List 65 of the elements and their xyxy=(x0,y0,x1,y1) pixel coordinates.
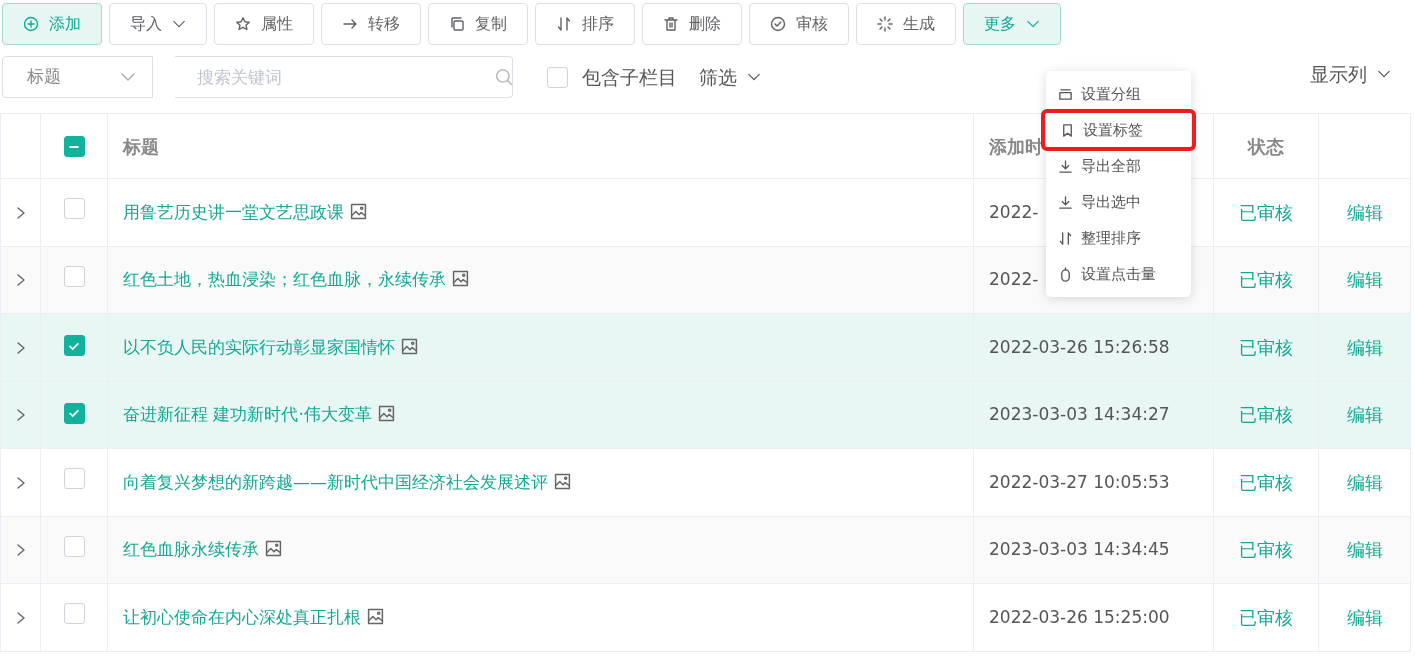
date-text: 2022-03-26 15:25:00 xyxy=(989,606,1170,627)
checkbox[interactable] xyxy=(63,535,85,557)
menu-item[interactable]: 导出选中 xyxy=(1046,184,1191,220)
column-header: 标题 xyxy=(123,135,159,157)
date-text: 2022-03-26 15:26:58 xyxy=(989,336,1170,357)
checkbox[interactable] xyxy=(63,402,85,424)
checkbox[interactable] xyxy=(63,603,85,624)
toolbar-button[interactable]: 审核 xyxy=(749,3,849,45)
download-icon xyxy=(1058,158,1073,174)
toolbar-button[interactable]: 转移 xyxy=(321,3,421,45)
menu-item[interactable]: 设置标签 xyxy=(1044,112,1193,148)
checkbox[interactable] xyxy=(63,335,85,356)
column-header: 状态 xyxy=(1247,135,1284,157)
date-text: 2022- xyxy=(989,269,1039,289)
date-text: 2023-03-03 14:34:27 xyxy=(989,404,1170,424)
copy-icon xyxy=(449,16,465,32)
status-text: 已审核 xyxy=(1239,201,1293,223)
toolbar-button[interactable]: 删除 xyxy=(642,3,742,45)
plus-circle-icon xyxy=(23,16,39,32)
image-icon xyxy=(554,472,571,490)
sort-icon xyxy=(556,16,572,32)
field-select[interactable]: 标题 xyxy=(2,56,153,98)
toolbar-button[interactable]: 导入 xyxy=(109,3,207,45)
status-text: 已审核 xyxy=(1239,539,1293,560)
image-icon xyxy=(367,607,384,625)
checkbox[interactable] xyxy=(63,468,85,489)
check-circle-icon xyxy=(770,16,786,32)
image-icon xyxy=(452,270,469,287)
toolbar-button[interactable]: 排序 xyxy=(535,3,635,45)
date-text: 2022- xyxy=(989,201,1039,222)
image-icon xyxy=(265,540,282,557)
image-icon xyxy=(350,202,367,220)
toolbar-button[interactable]: 生成 xyxy=(856,3,956,45)
checkbox[interactable] xyxy=(63,198,85,219)
sort-icon xyxy=(1058,230,1073,246)
search-icon[interactable] xyxy=(495,68,513,86)
image-icon xyxy=(377,405,395,422)
checkbox[interactable] xyxy=(63,136,85,157)
star-icon xyxy=(235,16,251,32)
toolbar-button[interactable]: 复制 xyxy=(428,3,528,45)
status-text: 已审核 xyxy=(1239,336,1293,358)
select-value: 标题 xyxy=(27,65,61,89)
trash-icon xyxy=(663,16,679,32)
spinner-icon xyxy=(877,16,893,32)
download-icon xyxy=(1058,194,1073,210)
status-text: 已审核 xyxy=(1239,269,1293,290)
mouse-icon xyxy=(1058,266,1073,282)
status-text: 已审核 xyxy=(1239,606,1293,628)
status-text: 已审核 xyxy=(1239,404,1293,425)
date-text: 2023-03-03 14:34:45 xyxy=(989,539,1170,559)
menu-item[interactable]: 设置分组 xyxy=(1046,76,1191,112)
toolbar-button[interactable]: 属性 xyxy=(214,3,314,45)
bookmark-icon xyxy=(1060,122,1075,138)
checkbox-label: 包含子栏目 xyxy=(582,64,677,90)
filter-dropdown[interactable]: 筛选 xyxy=(699,62,761,92)
checkbox[interactable] xyxy=(63,265,85,287)
menu-item[interactable]: 设置点击量 xyxy=(1046,256,1191,292)
show-columns-dropdown[interactable]: 显示列 xyxy=(1310,59,1391,89)
image-icon xyxy=(401,337,418,355)
status-text: 已审核 xyxy=(1239,471,1293,493)
date-text: 2022-03-27 10:05:53 xyxy=(989,471,1170,492)
column-header: 添加时 xyxy=(989,135,1043,157)
checkbox[interactable] xyxy=(547,66,568,88)
tray-icon xyxy=(1058,86,1073,102)
search-field[interactable]: 搜索关键词 xyxy=(175,56,513,98)
